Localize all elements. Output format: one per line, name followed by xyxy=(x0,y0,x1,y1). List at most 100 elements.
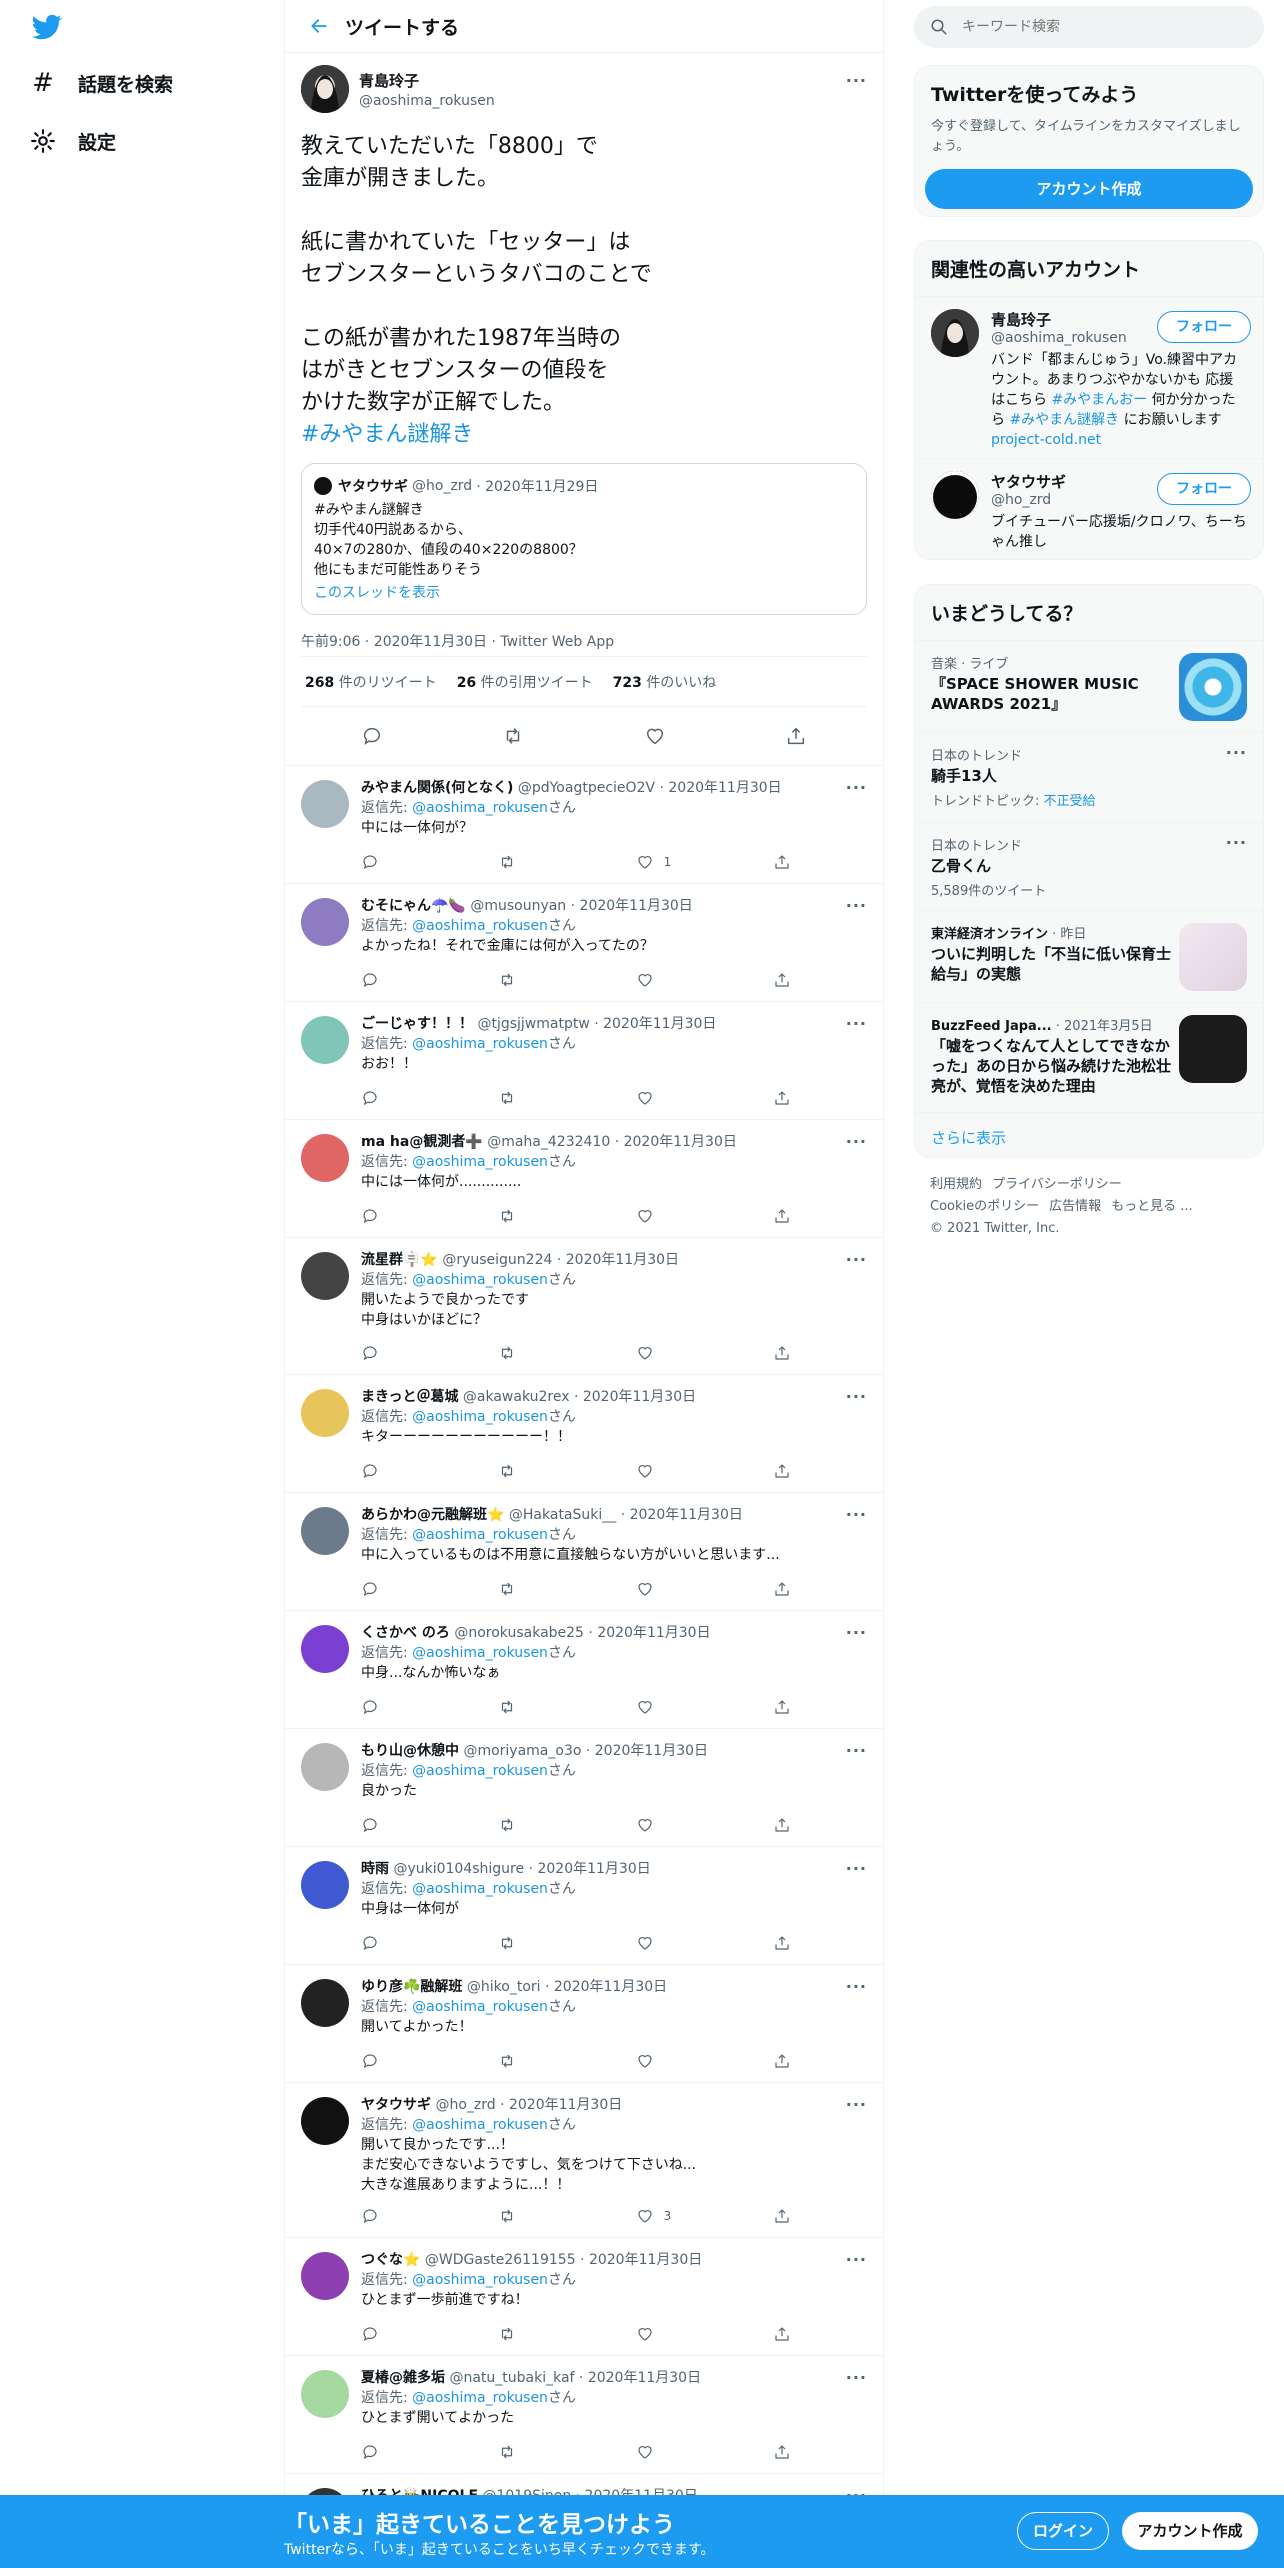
share-button[interactable] xyxy=(773,1816,791,1834)
reply-to-handle[interactable]: @aoshima_rokusen xyxy=(412,800,548,816)
avatar[interactable] xyxy=(301,1389,349,1437)
reply-date[interactable]: · 2020年11月30日 xyxy=(579,2370,701,2386)
more-options-icon[interactable]: ··· xyxy=(846,1623,867,1642)
twitter-logo-icon[interactable] xyxy=(30,12,64,42)
reply-author-name[interactable]: みやまん関係(何となく) xyxy=(361,780,513,796)
bio-link[interactable]: project-cold.net xyxy=(991,432,1101,448)
reply-tweet[interactable]: むそにゃん☂️🍆 @musounyan · 2020年11月30日 返信先: @a… xyxy=(285,883,883,1001)
reply-author-handle[interactable]: @hiko_tori xyxy=(467,1979,541,1995)
account-item[interactable]: 青島玲子 @aoshima_rokusen バンド「都まんじゅう」Vo.練習中ア… xyxy=(915,296,1263,458)
reply-author-handle[interactable]: @musounyan xyxy=(470,898,566,914)
reply-date[interactable]: · 2020年11月30日 xyxy=(615,1134,737,1150)
reply-button[interactable] xyxy=(361,971,451,989)
more-options-icon[interactable]: ··· xyxy=(846,2250,867,2269)
reply-tweet[interactable]: みやまん関係(何となく) @pdYoagtpecieO2V · 2020年11月… xyxy=(285,765,883,883)
more-options-icon[interactable]: ··· xyxy=(846,1741,867,1760)
reply-author-handle[interactable]: @ryuseigun224 xyxy=(442,1252,552,1268)
like-button[interactable] xyxy=(636,2325,726,2343)
more-options-icon[interactable]: ··· xyxy=(846,1977,867,1996)
footer-link[interactable]: もっと見る ... xyxy=(1111,1199,1193,1214)
trend-item[interactable]: 日本のトレンド 騎手13人 トレンドトピック: 不正受給 ··· xyxy=(915,732,1263,822)
avatar[interactable] xyxy=(301,65,349,113)
reply-to-handle[interactable]: @aoshima_rokusen xyxy=(412,1999,548,2015)
footer-link[interactable]: 利用規約 xyxy=(930,1177,982,1192)
more-options-icon[interactable]: ··· xyxy=(846,1132,867,1151)
signup-button[interactable]: アカウント作成 xyxy=(1122,2512,1258,2550)
like-button[interactable]: 1 xyxy=(636,853,726,871)
reply-author-handle[interactable]: @natu_tubaki_kaf xyxy=(449,2370,574,2386)
reply-date[interactable]: · 2020年11月30日 xyxy=(557,1252,679,1268)
author-name[interactable]: 青島玲子 xyxy=(359,70,495,91)
trend-item[interactable]: 日本のトレンド 乙骨くん 5,589件のツイート ··· xyxy=(915,822,1263,910)
reply-date[interactable]: · 2020年11月30日 xyxy=(586,1743,708,1759)
reply-author-handle[interactable]: @HakataSuki__ xyxy=(509,1507,616,1523)
reply-button[interactable] xyxy=(361,2207,451,2225)
avatar[interactable] xyxy=(301,2370,349,2418)
reply-tweet[interactable]: つぐな⭐ @WDGaste26119155 · 2020年11月30日 返信先: … xyxy=(285,2237,883,2355)
account-item[interactable]: ヤタウサギ @ho_zrd ブイチューバー応援垢/クロノワ、ちーちゃん推し フォ… xyxy=(915,458,1263,564)
reply-button[interactable] xyxy=(361,1934,451,1952)
more-options-icon[interactable]: ··· xyxy=(1226,833,1247,852)
like-button[interactable] xyxy=(636,1344,726,1362)
reply-to-handle[interactable]: @aoshima_rokusen xyxy=(412,1763,548,1779)
tweet-hashtag[interactable]: #みやまん謎解き xyxy=(301,419,867,451)
search-box[interactable] xyxy=(914,6,1264,48)
reply-author-handle[interactable]: @maha_4232410 xyxy=(487,1134,610,1150)
quote-count[interactable]: 26 件の引用ツイート xyxy=(457,672,593,692)
reply-author-name[interactable]: あらかわ@元融解班⭐ xyxy=(361,1507,504,1523)
avatar[interactable] xyxy=(301,1016,349,1064)
retweet-button[interactable] xyxy=(498,1816,588,1834)
reply-tweet[interactable]: ma ha@観測者➕ @maha_4232410 · 2020年11月30日 返信… xyxy=(285,1119,883,1237)
show-thread-link[interactable]: このスレッドを表示 xyxy=(314,582,854,602)
retweet-button[interactable] xyxy=(498,1207,588,1225)
retweet-button[interactable] xyxy=(498,1580,588,1598)
reply-tweet[interactable]: もり山@休憩中 @moriyama_o3o · 2020年11月30日 返信先: … xyxy=(285,1728,883,1846)
reply-date[interactable]: · 2020年11月30日 xyxy=(571,898,693,914)
avatar[interactable] xyxy=(301,1507,349,1555)
reply-author-name[interactable]: ごーじゃす！！！ xyxy=(361,1016,473,1032)
follow-button[interactable]: フォロー xyxy=(1157,473,1251,505)
reply-tweet[interactable]: 時雨 @yuki0104shigure · 2020年11月30日 返信先: @a… xyxy=(285,1846,883,1964)
author-handle[interactable]: @aoshima_rokusen xyxy=(359,93,495,109)
reply-to-handle[interactable]: @aoshima_rokusen xyxy=(412,1409,548,1425)
reply-icon[interactable] xyxy=(361,725,383,747)
share-button[interactable] xyxy=(773,1207,791,1225)
footer-link[interactable]: Cookieのポリシー xyxy=(930,1199,1039,1214)
reply-author-handle[interactable]: @akawaku2rex xyxy=(463,1389,570,1405)
reply-tweet[interactable]: まきっと＠葛城 @akawaku2rex · 2020年11月30日 返信先: @… xyxy=(285,1374,883,1492)
reply-date[interactable]: · 2020年11月30日 xyxy=(500,2097,622,2113)
reply-date[interactable]: · 2020年11月30日 xyxy=(594,1016,716,1032)
share-icon[interactable] xyxy=(785,725,807,747)
avatar[interactable] xyxy=(301,1252,349,1300)
like-button[interactable] xyxy=(636,1207,726,1225)
back-button[interactable] xyxy=(293,0,345,53)
trend-topic-link[interactable]: 不正受給 xyxy=(1044,794,1096,809)
reply-button[interactable] xyxy=(361,1462,451,1480)
retweet-button[interactable] xyxy=(498,853,588,871)
avatar[interactable] xyxy=(301,1861,349,1909)
avatar[interactable] xyxy=(301,898,349,946)
like-icon[interactable] xyxy=(644,725,666,747)
retweet-count[interactable]: 268 件のリツイート xyxy=(305,672,437,692)
reply-author-name[interactable]: ma ha@観測者➕ xyxy=(361,1134,483,1150)
search-input[interactable] xyxy=(962,19,1242,35)
more-options-icon[interactable]: ··· xyxy=(846,1387,867,1406)
reply-button[interactable] xyxy=(361,1344,451,1362)
create-account-button[interactable]: アカウント作成 xyxy=(925,169,1253,209)
reply-tweet[interactable]: くさかべ のろ @norokusakabe25 · 2020年11月30日 返信先… xyxy=(285,1610,883,1728)
like-button[interactable] xyxy=(636,2052,726,2070)
footer-link[interactable]: プライバシーポリシー xyxy=(992,1177,1122,1192)
reply-button[interactable] xyxy=(361,1580,451,1598)
like-button[interactable] xyxy=(636,971,726,989)
more-options-icon[interactable]: ··· xyxy=(846,2368,867,2387)
reply-date[interactable]: · 2020年11月30日 xyxy=(621,1507,743,1523)
trend-item[interactable]: 音楽 · ライブ 『SPACE SHOWER MUSIC AWARDS 2021… xyxy=(915,640,1263,732)
reply-author-handle[interactable]: @norokusakabe25 xyxy=(454,1625,584,1641)
like-button[interactable] xyxy=(636,1462,726,1480)
reply-button[interactable] xyxy=(361,853,451,871)
retweet-icon[interactable] xyxy=(502,725,524,747)
reply-author-handle[interactable]: @pdYoagtpecieO2V xyxy=(518,780,655,796)
reply-author-name[interactable]: くさかべ のろ xyxy=(361,1625,450,1641)
footer-link[interactable]: 広告情報 xyxy=(1049,1199,1101,1214)
share-button[interactable] xyxy=(773,1580,791,1598)
